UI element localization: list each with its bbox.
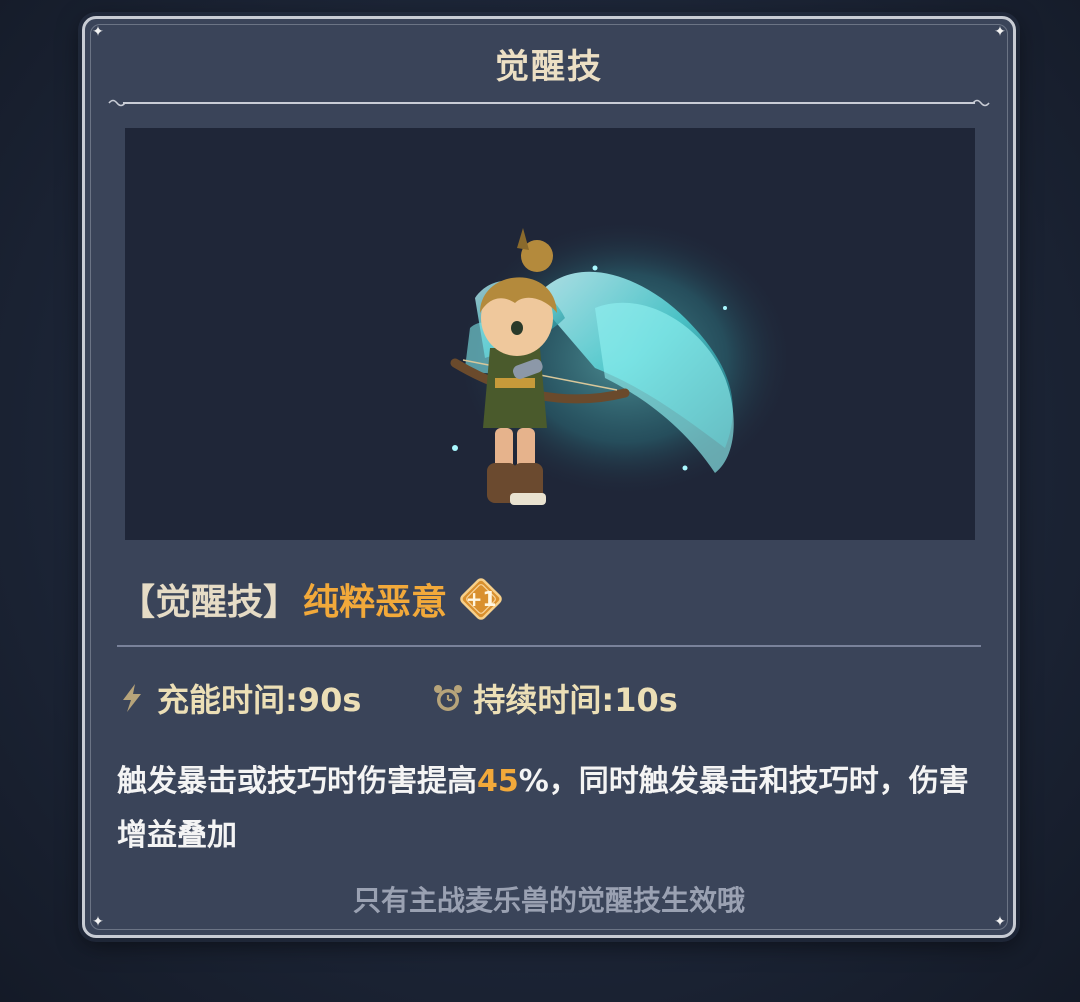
damage-bonus-value: 45	[477, 764, 519, 799]
section-divider	[117, 645, 981, 647]
skill-name-row: 【觉醒技】 纯粹恶意 +1	[119, 569, 507, 629]
skill-level-text: +1	[465, 587, 497, 611]
alarm-clock-icon	[434, 685, 463, 711]
charge-time-stat: 充能时间:90s	[115, 675, 361, 721]
skill-type-label: 【觉醒技】	[119, 582, 300, 623]
title-divider	[107, 98, 991, 108]
duration-stat: 持续时间:10s	[431, 675, 678, 721]
footer-note: 只有主战麦乐兽的觉醒技生效哦	[352, 884, 745, 917]
panel-title: 觉醒技	[495, 47, 603, 87]
charge-time-text: 充能时间:90s	[157, 681, 362, 719]
description-text-before: 触发暴击或技巧时伤害提高	[117, 764, 477, 799]
archer-character-image	[450, 218, 795, 505]
duration-text: 持续时间:10s	[473, 681, 678, 719]
corner-diamond-icon: ✦	[92, 24, 104, 40]
skill-name: 纯粹恶意	[303, 582, 448, 623]
awakening-skill-panel: ✦ ✦ ✦ ✦ 觉醒技 【觉醒技】 纯粹恶意 +1 充能时间:90s 持续时间:…	[82, 16, 1016, 938]
corner-diamond-icon: ✦	[994, 24, 1006, 40]
character-preview	[125, 128, 975, 540]
lightning-icon	[123, 684, 141, 712]
skill-level-badge: +1	[455, 573, 507, 625]
skill-stats-row: 充能时间:90s 持续时间:10s	[115, 673, 678, 723]
skill-description: 触发暴击或技巧时伤害提高45%，同时触发暴击和技巧时，伤害增益叠加	[117, 755, 973, 863]
